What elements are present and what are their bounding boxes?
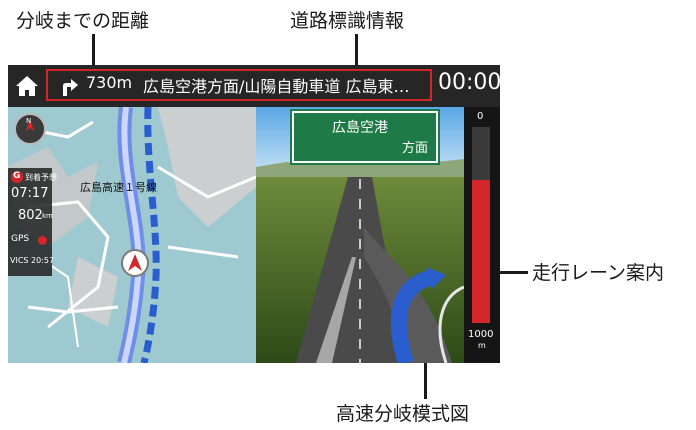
clock: 00:00 xyxy=(438,70,500,95)
turn-right-icon xyxy=(63,79,78,96)
compass-label: N xyxy=(26,117,32,125)
distance-progress-bar: 0 1000 m xyxy=(464,107,500,363)
gps-label: GPS xyxy=(11,234,30,244)
callout-junction-diagram: 高速分岐模式図 xyxy=(336,403,470,425)
arrival-label: 到着予想 xyxy=(25,173,57,182)
arrival-badge-text: G xyxy=(13,171,21,181)
arrival-time: 07:17 xyxy=(11,186,49,201)
bar-unit: m xyxy=(478,341,486,350)
vics-label: VICS 20:57 xyxy=(10,256,55,265)
compass-button[interactable]: N xyxy=(14,113,46,145)
trip-info-panel: G 到着予想 07:17 802 km GPS VICS 20:57 xyxy=(8,168,57,276)
callout-road-sign-info: 道路標識情報 xyxy=(290,10,405,32)
gps-status-dot xyxy=(38,236,47,245)
home-icon xyxy=(16,76,38,96)
road-sign: 広島空港 方面 xyxy=(290,109,440,165)
bar-fill xyxy=(472,179,490,323)
bar-bottom-label: 1000 xyxy=(468,329,494,340)
nav-screen: 730m 広島空港方面/山陽自動車道 広島東… 00:00 N 広島高速１号線 … xyxy=(8,65,500,363)
bar-top-label: 0 xyxy=(477,111,484,122)
junction-diagram: 広島空港 方面 xyxy=(256,107,464,363)
sign-destination: 広島空港 xyxy=(332,120,388,136)
distance-to-junction: 730m xyxy=(86,73,133,92)
sign-direction: 方面 xyxy=(402,141,429,156)
bar-track xyxy=(472,127,490,323)
road-label: 広島高速１号線 xyxy=(80,181,157,194)
top-bar: 730m 広島空港方面/山陽自動車道 広島東… 00:00 xyxy=(8,65,500,107)
callout-distance: 分岐までの距離 xyxy=(16,10,150,32)
vehicle-position-icon xyxy=(121,249,149,277)
home-button[interactable] xyxy=(12,71,42,101)
callout-driving-lane: 走行レーン案内 xyxy=(532,262,665,284)
route-direction-text: 広島空港方面/山陽自動車道 広島東… xyxy=(143,77,410,96)
remaining-distance: 802 xyxy=(18,208,43,223)
distance-unit: km xyxy=(42,212,53,220)
arrival-badge: G xyxy=(11,171,23,183)
